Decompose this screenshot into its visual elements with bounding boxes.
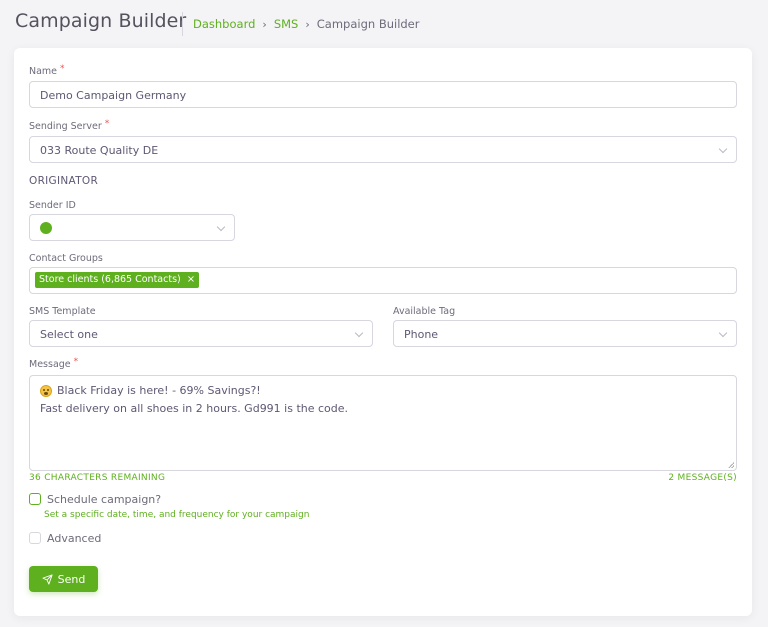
send-button-label: Send bbox=[57, 572, 86, 586]
required-mark: * bbox=[73, 357, 79, 367]
name-input-value: Demo Campaign Germany bbox=[40, 89, 187, 102]
page-header: Campaign Builder Dashboard › SMS › Campa… bbox=[0, 0, 768, 48]
sender-id-select[interactable] bbox=[29, 214, 235, 241]
sending-server-value: 033 Route Quality DE bbox=[40, 144, 159, 157]
message-line-1-text: Black Friday is here! - 69% Savings?! bbox=[57, 384, 261, 397]
contact-groups-select[interactable]: Store clients (6,865 Contacts) × bbox=[29, 267, 737, 294]
send-button[interactable]: Send bbox=[29, 566, 98, 592]
breadcrumb-sms[interactable]: SMS bbox=[274, 17, 299, 31]
breadcrumb: Dashboard › SMS › Campaign Builder bbox=[193, 17, 420, 31]
name-label-text: Name bbox=[29, 66, 58, 77]
message-line-1: Black Friday is here! - 69% Savings?! bbox=[40, 384, 261, 397]
message-line-2: Fast delivery on all shoes in 2 hours. G… bbox=[40, 402, 349, 415]
available-tag-select[interactable]: Phone bbox=[393, 320, 737, 347]
contact-group-tag: Store clients (6,865 Contacts) × bbox=[35, 272, 200, 288]
chevron-right-icon: › bbox=[305, 17, 310, 31]
sms-template-select[interactable]: Select one bbox=[29, 320, 373, 347]
advanced-checkbox[interactable] bbox=[29, 532, 41, 544]
characters-remaining: 36 CHARACTERS REMAINING bbox=[29, 473, 166, 483]
status-dot-icon bbox=[40, 222, 52, 234]
chevron-right-icon: › bbox=[262, 17, 267, 31]
campaign-form-card: Name * Demo Campaign Germany Sending Serv… bbox=[14, 48, 752, 616]
sending-server-label: Sending Server * bbox=[29, 119, 110, 132]
contact-group-tag-label: Store clients (6,865 Contacts) bbox=[39, 274, 181, 285]
message-count: 2 MESSAGE(S) bbox=[668, 473, 737, 483]
breadcrumb-current: Campaign Builder bbox=[316, 17, 420, 31]
chevron-down-icon bbox=[718, 328, 728, 338]
message-label: Message * bbox=[29, 357, 79, 370]
sending-server-label-text: Sending Server bbox=[29, 121, 102, 132]
title-divider bbox=[182, 12, 183, 36]
astonished-emoji-icon bbox=[40, 384, 52, 397]
sms-template-value: Select one bbox=[40, 328, 98, 341]
message-label-text: Message bbox=[29, 359, 71, 370]
schedule-campaign-label: Schedule campaign? bbox=[47, 493, 162, 506]
message-textarea[interactable]: Black Friday is here! - 69% Savings?! Fa… bbox=[29, 375, 737, 471]
name-input[interactable]: Demo Campaign Germany bbox=[29, 81, 737, 108]
originator-section-title: ORIGINATOR bbox=[29, 175, 99, 187]
schedule-campaign-hint: Set a specific date, time, and frequency… bbox=[44, 510, 310, 520]
sms-template-label: SMS Template bbox=[29, 306, 96, 317]
required-mark: * bbox=[104, 119, 110, 129]
breadcrumb-dashboard[interactable]: Dashboard bbox=[193, 17, 255, 31]
sender-id-label: Sender ID bbox=[29, 200, 76, 211]
required-mark: * bbox=[60, 64, 65, 74]
resize-handle-icon[interactable] bbox=[728, 462, 734, 468]
available-tag-label: Available Tag bbox=[393, 306, 456, 317]
schedule-campaign-checkbox[interactable] bbox=[29, 493, 41, 505]
sending-server-select[interactable]: 033 Route Quality DE bbox=[29, 136, 737, 163]
contact-groups-label: Contact Groups bbox=[29, 253, 103, 264]
chevron-down-icon bbox=[216, 222, 226, 232]
page-title: Campaign Builder bbox=[15, 10, 187, 32]
close-icon[interactable]: × bbox=[187, 272, 195, 288]
available-tag-value: Phone bbox=[404, 328, 439, 341]
advanced-label: Advanced bbox=[47, 532, 102, 545]
send-icon bbox=[42, 573, 53, 585]
chevron-down-icon bbox=[718, 144, 728, 154]
name-label: Name * bbox=[29, 64, 65, 77]
chevron-down-icon bbox=[354, 328, 364, 338]
